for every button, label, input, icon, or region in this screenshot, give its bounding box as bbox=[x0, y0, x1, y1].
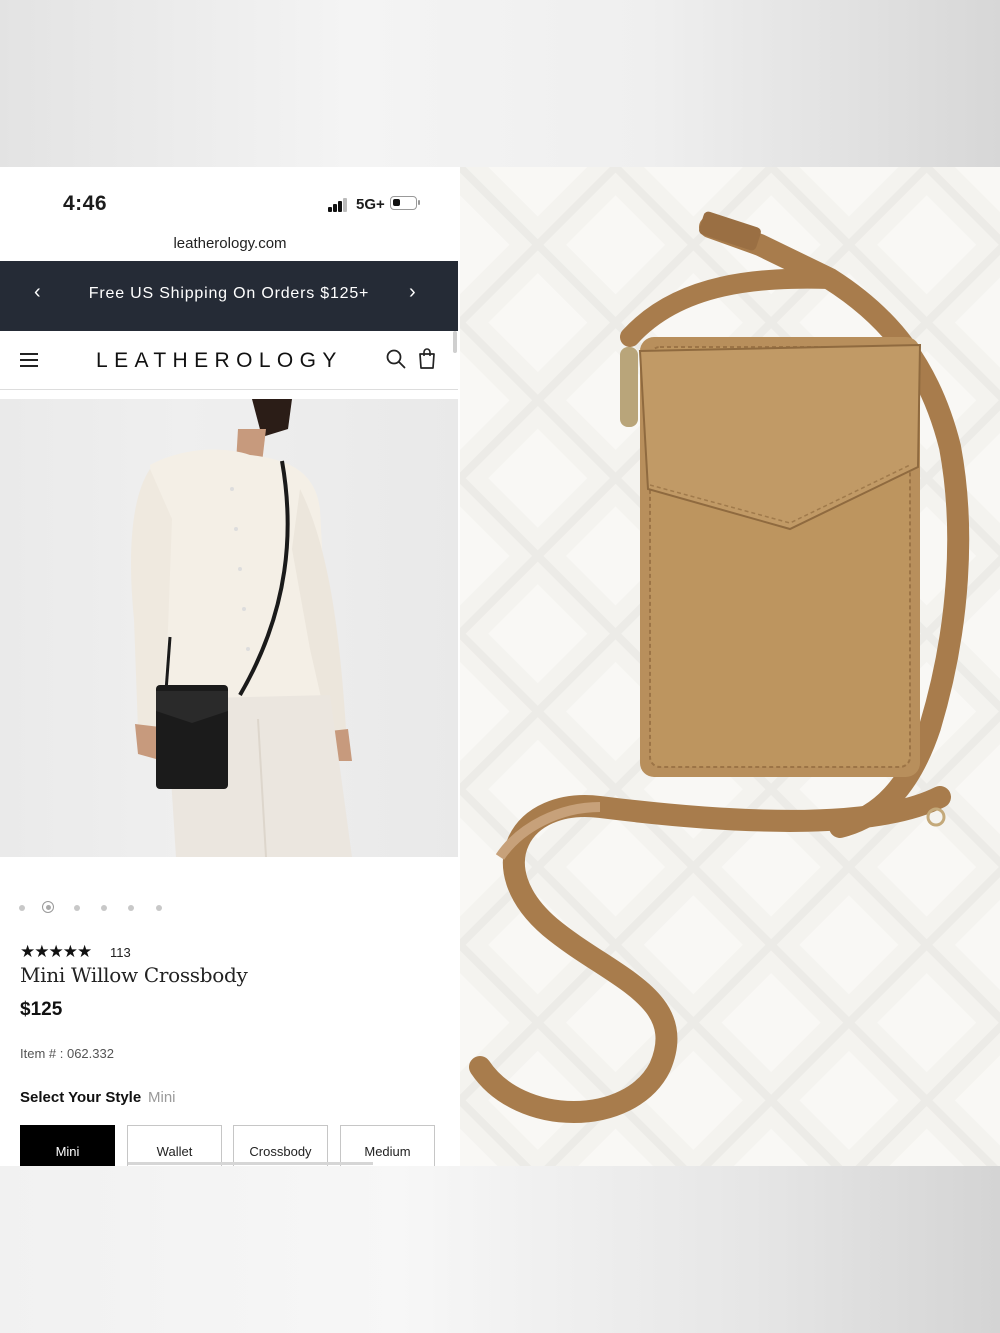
status-time: 4:46 bbox=[63, 192, 108, 215]
product-title: Mini Willow Crossbody bbox=[20, 963, 248, 987]
hamburger-menu-icon[interactable] bbox=[20, 353, 38, 367]
chevron-right-icon[interactable]: › bbox=[409, 281, 416, 304]
style-option-medium[interactable]: Medium bbox=[340, 1125, 435, 1166]
phone-screenshot: 4:46 5G+ leatherology.com ‹ Free US Ship… bbox=[0, 167, 460, 1166]
tan-bag-photo bbox=[460, 167, 1000, 1166]
gallery-dots bbox=[16, 901, 216, 915]
promo-banner: ‹ Free US Shipping On Orders $125+ › bbox=[0, 261, 458, 331]
gallery-dot[interactable] bbox=[156, 905, 162, 911]
shopping-bag-icon[interactable] bbox=[418, 347, 436, 369]
gallery-dot[interactable] bbox=[74, 905, 80, 911]
style-label: Select Your Style bbox=[20, 1089, 142, 1106]
model-illustration bbox=[131, 399, 352, 857]
product-price: $125 bbox=[20, 999, 63, 1020]
status-bar: 4:46 5G+ bbox=[0, 167, 460, 235]
gallery-dot[interactable] bbox=[101, 905, 107, 911]
style-selected-value: Mini bbox=[148, 1089, 176, 1106]
product-photo[interactable] bbox=[0, 399, 458, 857]
style-option-mini[interactable]: Mini bbox=[20, 1125, 115, 1166]
gallery-dot-active[interactable] bbox=[42, 901, 54, 913]
battery-icon bbox=[390, 196, 420, 210]
gallery-dot[interactable] bbox=[19, 905, 25, 911]
search-icon[interactable] bbox=[386, 349, 406, 369]
signal-icon bbox=[328, 198, 350, 212]
review-count[interactable]: 113 bbox=[110, 945, 131, 960]
top-background-band bbox=[0, 0, 1000, 167]
gallery-dot[interactable] bbox=[128, 905, 134, 911]
star-rating[interactable]: ★★★★★ bbox=[20, 942, 92, 962]
network-label: 5G+ bbox=[356, 196, 385, 213]
scrollbar[interactable] bbox=[453, 331, 457, 353]
address-bar[interactable]: leatherology.com bbox=[0, 235, 460, 252]
style-option-wallet[interactable]: Wallet bbox=[127, 1125, 222, 1166]
bottom-background-band bbox=[0, 1166, 1000, 1333]
promo-text: Free US Shipping On Orders $125+ bbox=[88, 285, 370, 302]
options-scroll-indicator bbox=[128, 1162, 373, 1165]
item-number: Item # : 062.332 bbox=[20, 1046, 114, 1061]
site-header: LEATHEROLOGY bbox=[0, 331, 458, 390]
tan-bag-illustration bbox=[460, 167, 1000, 1166]
site-logo[interactable]: LEATHEROLOGY bbox=[96, 349, 343, 373]
style-option-crossbody[interactable]: Crossbody bbox=[233, 1125, 328, 1166]
